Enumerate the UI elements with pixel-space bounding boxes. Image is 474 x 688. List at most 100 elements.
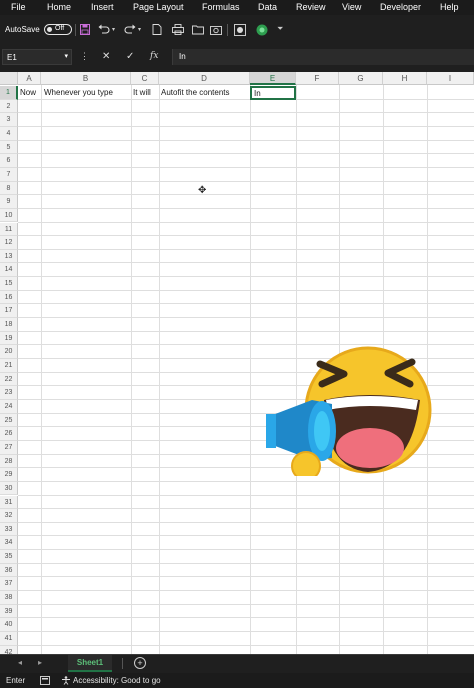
menu-file[interactable]: File — [11, 2, 26, 12]
undo-dropdown-icon[interactable]: ▾ — [112, 26, 115, 33]
camera-icon[interactable] — [210, 24, 222, 35]
menu-page-layout[interactable]: Page Layout — [133, 2, 184, 12]
row-header-39[interactable]: 39 — [0, 604, 18, 619]
cell-c1[interactable]: It will — [133, 88, 151, 97]
macro-record-icon[interactable] — [40, 676, 50, 685]
formula-bar-grip-icon[interactable]: ⋮ — [80, 51, 89, 62]
column-header-c[interactable]: C — [131, 72, 159, 85]
row-header-18[interactable]: 18 — [0, 318, 18, 332]
row-header-22[interactable]: 22 — [0, 372, 18, 387]
row-header-29[interactable]: 29 — [0, 468, 18, 482]
row-gridline — [18, 139, 474, 141]
row-header-1[interactable]: 1 — [0, 86, 18, 100]
column-header-b[interactable]: B — [41, 72, 131, 85]
redo-icon[interactable] — [124, 24, 136, 35]
row-header-42[interactable]: 42 — [0, 645, 18, 654]
row-header-13[interactable]: 13 — [0, 249, 18, 264]
row-header-10[interactable]: 10 — [0, 208, 18, 223]
formula-input[interactable]: In — [172, 49, 474, 65]
menu-review[interactable]: Review — [296, 2, 326, 12]
row-header-32[interactable]: 32 — [0, 509, 18, 523]
row-header-14[interactable]: 14 — [0, 263, 18, 278]
menu-home[interactable]: Home — [47, 2, 71, 12]
row-header-21[interactable]: 21 — [0, 359, 18, 373]
row-header-11[interactable]: 11 — [0, 222, 18, 237]
row-header-17[interactable]: 17 — [0, 304, 18, 319]
row-header-2[interactable]: 2 — [0, 99, 18, 114]
row-header-12[interactable]: 12 — [0, 236, 18, 250]
name-box[interactable]: E1 ▾ — [2, 49, 72, 65]
row-header-7[interactable]: 7 — [0, 167, 18, 182]
menu-formulas[interactable]: Formulas — [202, 2, 240, 12]
record-icon[interactable] — [234, 24, 246, 36]
row-header-3[interactable]: 3 — [0, 113, 18, 127]
insert-function-icon[interactable]: fx — [150, 51, 158, 61]
accessibility-icon[interactable] — [61, 676, 71, 685]
more-icon[interactable]: ⏷ — [277, 24, 283, 34]
redo-dropdown-icon[interactable]: ▾ — [138, 26, 141, 33]
menu-view[interactable]: View — [342, 2, 361, 12]
row-header-23[interactable]: 23 — [0, 386, 18, 400]
row-header-6[interactable]: 6 — [0, 154, 18, 168]
select-all-corner[interactable] — [0, 72, 18, 85]
row-header-37[interactable]: 37 — [0, 577, 18, 592]
row-header-26[interactable]: 26 — [0, 427, 18, 441]
menu-insert[interactable]: Insert — [91, 2, 114, 12]
row-header-33[interactable]: 33 — [0, 522, 18, 537]
cancel-icon[interactable]: ✕ — [102, 51, 110, 62]
column-header-d[interactable]: D — [159, 72, 250, 85]
next-sheet-icon[interactable]: ▸ — [38, 658, 42, 667]
accessibility-status[interactable]: Accessibility: Good to go — [73, 676, 161, 685]
row-header-25[interactable]: 25 — [0, 413, 18, 428]
row-header-40[interactable]: 40 — [0, 618, 18, 632]
prev-sheet-icon[interactable]: ◂ — [18, 658, 22, 667]
menu-developer[interactable]: Developer — [380, 2, 421, 12]
spreadsheet-grid[interactable]: A B C D E F G H I 1 2 3 4 5 6 7 8 9 10 11 12 13 14 15 1… — [0, 72, 474, 654]
row-header-5[interactable]: 5 — [0, 140, 18, 155]
save-icon[interactable] — [80, 24, 90, 35]
undo-icon[interactable] — [98, 24, 110, 35]
column-header-h[interactable]: H — [383, 72, 427, 85]
row-header-34[interactable]: 34 — [0, 536, 18, 551]
row-header-41[interactable]: 41 — [0, 632, 18, 646]
row-header-16[interactable]: 16 — [0, 290, 18, 305]
row-header-30[interactable]: 30 — [0, 481, 18, 496]
row-header-20[interactable]: 20 — [0, 345, 18, 359]
row-header-24[interactable]: 24 — [0, 399, 18, 414]
row-header-31[interactable]: 31 — [0, 495, 18, 510]
add-sheet-button[interactable]: + — [134, 657, 146, 669]
enter-icon[interactable]: ✓ — [126, 51, 134, 62]
cell-b1[interactable]: Whenever you type — [44, 88, 113, 97]
row-header-9[interactable]: 9 — [0, 195, 18, 209]
column-header-e[interactable]: E — [250, 72, 296, 85]
row-header-15[interactable]: 15 — [0, 277, 18, 291]
menu-data[interactable]: Data — [258, 2, 277, 12]
column-header-g[interactable]: G — [339, 72, 383, 85]
new-file-icon[interactable] — [152, 24, 162, 35]
chevron-down-icon[interactable]: ▾ — [64, 52, 68, 60]
open-icon[interactable] — [192, 24, 204, 35]
row-header-19[interactable]: 19 — [0, 331, 18, 346]
row-gridline — [18, 590, 474, 592]
column-gridline — [41, 85, 42, 654]
cell-a1[interactable]: Now — [20, 88, 36, 97]
row-header-36[interactable]: 36 — [0, 563, 18, 578]
row-header-4[interactable]: 4 — [0, 126, 18, 141]
status-green-icon[interactable] — [256, 24, 268, 36]
row-header-38[interactable]: 38 — [0, 591, 18, 605]
sheet-tab-sheet1[interactable]: Sheet1 — [68, 655, 112, 672]
column-header-i[interactable]: I — [427, 72, 474, 85]
autosave-toggle[interactable]: Off — [44, 24, 72, 35]
print-icon[interactable] — [172, 24, 184, 35]
column-header-f[interactable]: F — [296, 72, 339, 85]
menu-help[interactable]: Help — [440, 2, 459, 12]
active-cell-e1[interactable]: In — [250, 86, 296, 100]
row-header-28[interactable]: 28 — [0, 454, 18, 469]
row-header-8[interactable]: 8 — [0, 181, 18, 196]
row-header-35[interactable]: 35 — [0, 550, 18, 564]
tab-separator — [122, 658, 123, 669]
column-header-a[interactable]: A — [18, 72, 41, 85]
cell-d1[interactable]: Autofit the contents — [161, 88, 230, 97]
row-header-27[interactable]: 27 — [0, 440, 18, 455]
status-bar: Enter Accessibility: Good to go — [0, 673, 474, 688]
